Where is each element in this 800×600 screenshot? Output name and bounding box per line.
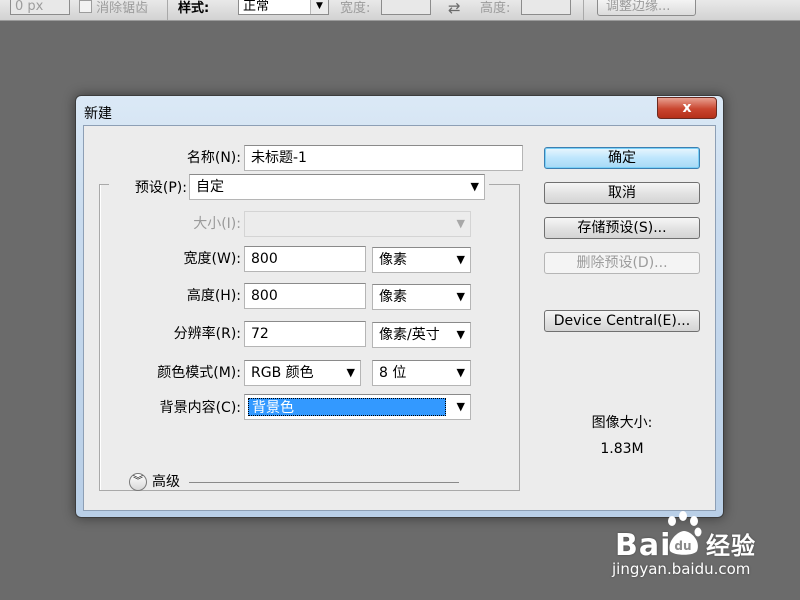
width-input[interactable] [381, 0, 431, 15]
chevron-down-icon: ▼ [470, 180, 479, 193]
ok-label: 确定 [608, 150, 636, 166]
antialias-checkbox[interactable]: 消除锯齿 [79, 0, 148, 17]
refine-edge-label: 调整边缘... [606, 0, 671, 14]
chevron-down-icon: ▼ [456, 290, 465, 303]
resolution-label: 分辨率(R): [173, 326, 241, 342]
chevron-down-icon: ▼ [456, 400, 465, 413]
resolution-input[interactable]: 72 [244, 321, 366, 347]
resolution-unit-value: 像素/英寸 [379, 327, 440, 343]
device-central-label: Device Central(E)... [553, 313, 691, 329]
group-border [519, 184, 520, 491]
image-size-value: 1.83M [600, 441, 644, 457]
color-mode-value: RGB 颜色 [251, 365, 314, 381]
watermark: Bai du 经验 jingyan.baidu.com [612, 511, 792, 590]
width-unit-value: 像素 [379, 252, 407, 268]
device-central-button[interactable]: Device Central(E)... [544, 310, 700, 332]
height-unit-select[interactable]: 像素 ▼ [372, 284, 471, 310]
name-label: 名称(N): [186, 150, 241, 166]
svg-text:du: du [674, 539, 691, 553]
refine-edge-button[interactable]: 调整边缘... [597, 0, 696, 16]
size-label: 大小(I): [193, 216, 241, 232]
size-select[interactable]: ▼ [244, 211, 471, 237]
delete-preset-label: 删除预设(D)... [576, 255, 668, 271]
cancel-button[interactable]: 取消 [544, 182, 700, 204]
width-label: 宽度(W): [183, 251, 241, 267]
divider [189, 482, 459, 483]
background-select[interactable]: 背景色 ▼ [244, 394, 471, 420]
group-border [489, 184, 520, 185]
bit-depth-select[interactable]: 8 位 ▼ [372, 360, 471, 386]
resolution-value: 72 [251, 326, 269, 342]
background-label: 背景内容(C): [159, 400, 241, 416]
background-value: 背景色 [248, 398, 446, 416]
bit-depth-value: 8 位 [379, 365, 407, 381]
feather-value: 0 px [15, 0, 44, 14]
close-button[interactable]: x [657, 97, 717, 119]
chevron-down-icon: ▼ [310, 0, 328, 14]
cancel-label: 取消 [608, 185, 636, 201]
width-input[interactable]: 800 [244, 246, 366, 272]
resolution-unit-select[interactable]: 像素/英寸 ▼ [372, 322, 471, 348]
swap-arrows-icon[interactable]: ⇄ [448, 0, 461, 17]
dialog-title: 新建 [84, 106, 112, 122]
preset-label: 预设(P): [134, 180, 187, 196]
name-value: 未标题-1 [251, 150, 307, 166]
width-value: 800 [251, 251, 278, 267]
delete-preset-button[interactable]: 删除预设(D)... [544, 252, 700, 274]
divider [583, 0, 584, 20]
advanced-label[interactable]: 高级 [152, 472, 180, 492]
chevron-down-icon: ▼ [456, 217, 465, 230]
checkbox-icon [79, 0, 92, 13]
height-input[interactable]: 800 [244, 283, 366, 309]
style-value: 正常 [243, 0, 270, 14]
width-unit-select[interactable]: 像素 ▼ [372, 247, 471, 273]
group-border [100, 184, 101, 490]
height-value: 800 [251, 288, 278, 304]
feather-input[interactable]: 0 px [10, 0, 70, 15]
dialog-body: 名称(N): 未标题-1 预设(P): 自定 ▼ 大小(I): ▼ 宽度(W):… [83, 125, 716, 511]
height-label: 高度(H): [186, 288, 241, 304]
new-document-dialog: 新建 x 名称(N): 未标题-1 预设(P): 自定 ▼ 大小(I): ▼ 宽… [75, 95, 724, 518]
name-input[interactable]: 未标题-1 [244, 145, 523, 171]
width-label: 宽度: [340, 1, 371, 16]
height-unit-value: 像素 [379, 289, 407, 305]
chevron-down-icon: ▼ [456, 366, 465, 379]
ok-button[interactable]: 确定 [544, 147, 700, 169]
chevron-down-icon: ▼ [456, 328, 465, 341]
height-input[interactable] [521, 0, 571, 15]
style-label: 样式: [178, 1, 210, 16]
divider [167, 0, 168, 20]
antialias-label: 消除锯齿 [96, 1, 149, 16]
image-size-label: 图像大小: [591, 415, 653, 431]
height-label: 高度: [480, 1, 511, 16]
paw-logo-icon: du [668, 511, 702, 555]
chevron-down-icon: ▼ [456, 253, 465, 266]
preset-value: 自定 [196, 179, 224, 195]
save-preset-button[interactable]: 存储预设(S)... [544, 217, 700, 239]
group-border [99, 184, 109, 185]
style-select[interactable]: 正常 ▼ [238, 0, 329, 15]
expand-advanced-icon[interactable]: ︾ [129, 473, 147, 491]
color-mode-select[interactable]: RGB 颜色 ▼ [244, 360, 361, 386]
watermark-url: jingyan.baidu.com [612, 560, 751, 578]
color-mode-label: 颜色模式(M): [157, 365, 241, 381]
preset-select[interactable]: 自定 ▼ [189, 174, 485, 200]
options-bar: 0 px 消除锯齿 样式: 正常 ▼ 宽度: ⇄ 高度: 调整边缘... [0, 0, 800, 21]
chevron-down-icon: ▼ [346, 366, 355, 379]
close-icon: x [682, 100, 692, 116]
save-preset-label: 存储预设(S)... [577, 220, 667, 236]
